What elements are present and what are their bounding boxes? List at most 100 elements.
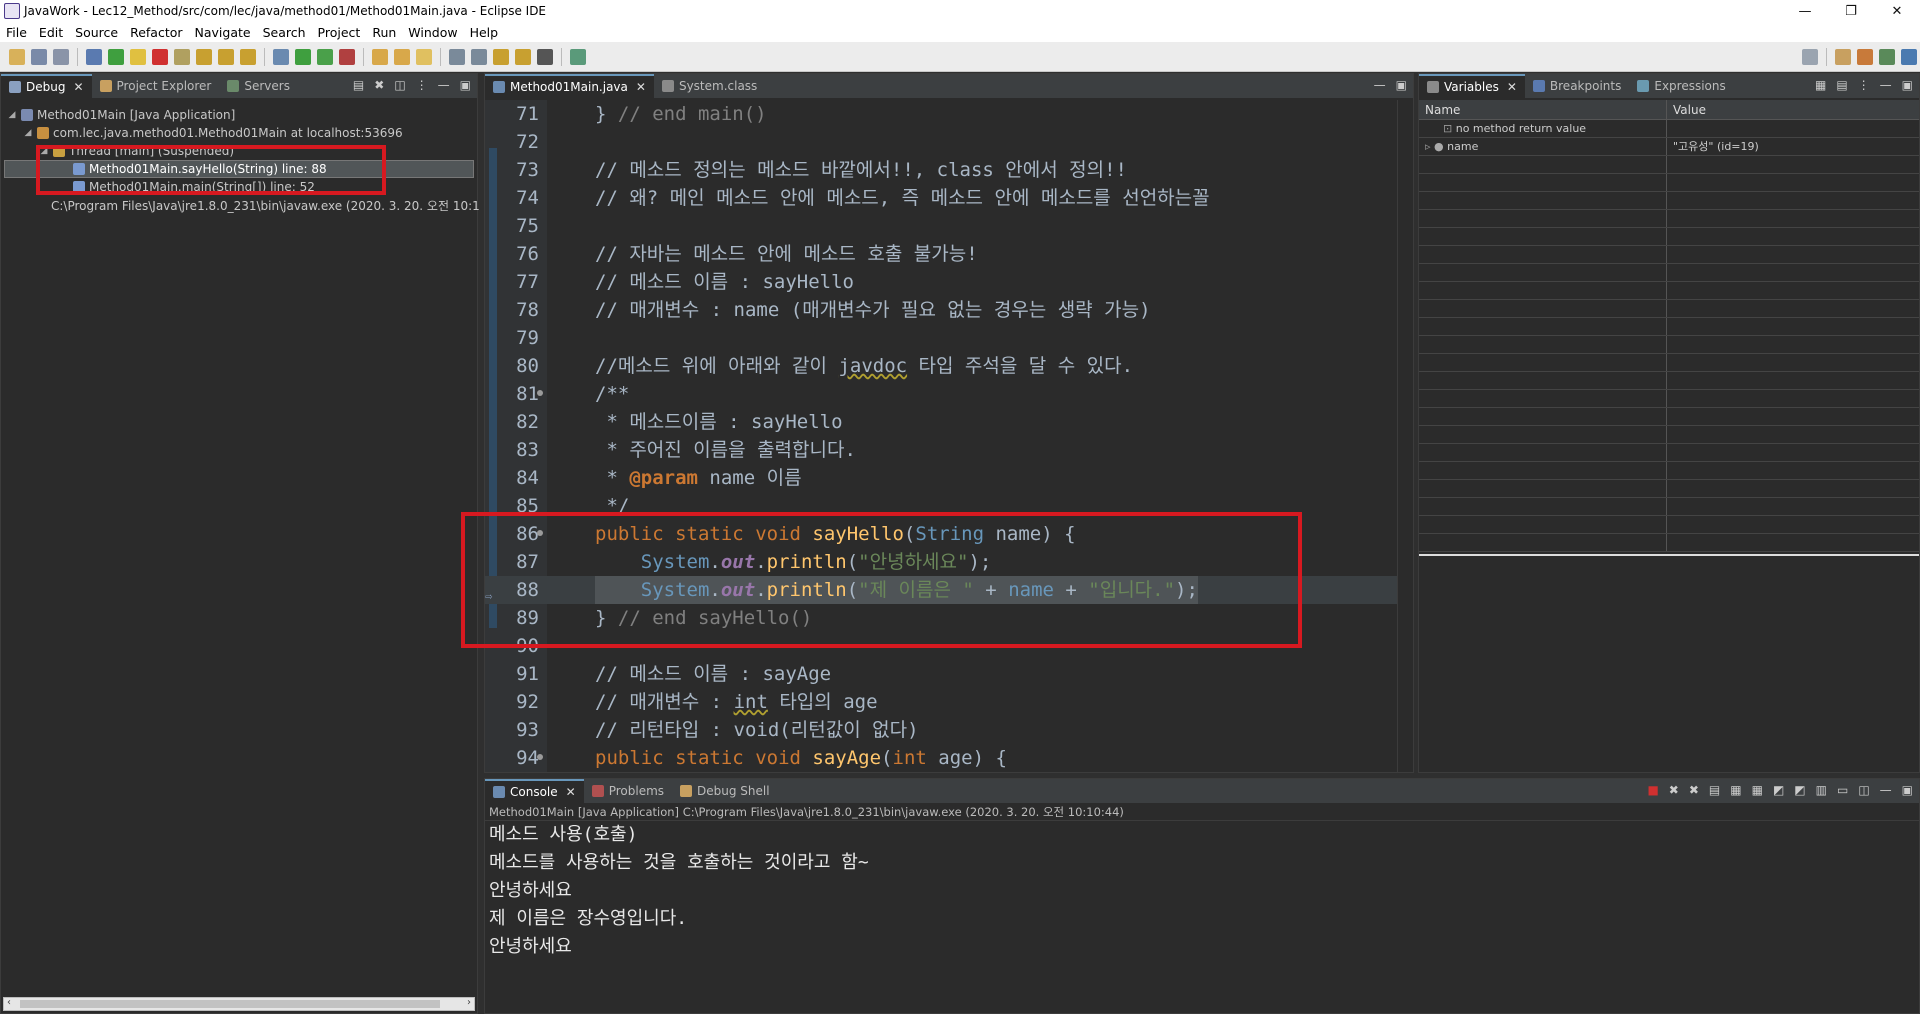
code-line[interactable]: 71} // end main() <box>485 100 1413 128</box>
remove-all-terminated-icon[interactable]: ✖ <box>1689 783 1699 797</box>
pin-editor-icon[interactable] <box>570 48 586 65</box>
run-icon[interactable] <box>295 48 311 65</box>
previous-annotation-icon[interactable] <box>471 48 487 65</box>
tree-item-thread[interactable]: ◢ Thread [main] (Suspended) <box>1 142 477 160</box>
save-icon[interactable] <box>31 48 47 65</box>
code-line[interactable]: 76 // 자바는 메소드 안에 메소드 호출 불가능! <box>485 240 1413 268</box>
skip-breakpoints-icon[interactable] <box>86 48 102 65</box>
show-on-output-icon[interactable]: ◩ <box>1773 783 1784 797</box>
back-icon[interactable] <box>515 48 531 65</box>
step-into-icon[interactable] <box>196 48 212 65</box>
step-return-icon[interactable] <box>240 48 256 65</box>
open-type-icon[interactable] <box>372 48 388 65</box>
code-line[interactable]: 91 // 메소드 이름 : sayAge <box>485 660 1413 688</box>
close-icon[interactable]: ✕ <box>1507 80 1517 94</box>
pin-console-icon[interactable]: ▥ <box>1816 783 1827 797</box>
minimize-button[interactable]: — <box>1782 0 1828 22</box>
maximize-view-icon[interactable]: ▣ <box>1902 78 1913 92</box>
code-editor[interactable]: 71} // end main() 72 73 // 메소드 정의는 메소드 바깥… <box>485 100 1413 772</box>
tree-item-launch[interactable]: ◢ Method01Main [Java Application] <box>1 106 477 124</box>
code-line[interactable]: 81 /** <box>485 380 1413 408</box>
menu-help[interactable]: Help <box>464 25 505 40</box>
collapse-all-icon[interactable]: ▤ <box>1836 78 1847 92</box>
close-icon[interactable]: ✕ <box>636 80 646 94</box>
menu-project[interactable]: Project <box>312 25 367 40</box>
table-row[interactable]: ⊡ no method return value <box>1419 120 1919 138</box>
tab-console[interactable]: Console ✕ <box>485 779 584 803</box>
code-line-current[interactable]: 88 ⇨ System.out.println("제 이름은 " + name +… <box>485 576 1413 604</box>
step-over-icon[interactable] <box>218 48 234 65</box>
code-line[interactable]: 86 public static void sayHello(String nam… <box>485 520 1413 548</box>
tree-item-stack-frame[interactable]: Method01Main.main(String[]) line: 52 <box>1 178 477 196</box>
debug-icon[interactable] <box>273 48 289 65</box>
column-value-header[interactable]: Value <box>1667 100 1919 119</box>
open-console-icon[interactable]: ◫ <box>1858 783 1869 797</box>
search-icon[interactable] <box>1802 48 1818 65</box>
java-ee-perspective-icon[interactable] <box>1857 48 1873 65</box>
minimize-view-icon[interactable]: — <box>1374 78 1386 92</box>
minimize-view-icon[interactable]: — <box>1880 783 1892 797</box>
collapse-all-icon[interactable]: ▤ <box>353 78 364 92</box>
code-line[interactable]: 80 //메소드 위에 아래와 같이 javdoc 타입 주석을 달 수 있다. <box>485 352 1413 380</box>
scroll-lock-icon[interactable]: ▦ <box>1730 783 1741 797</box>
code-line[interactable]: 87 System.out.println("안녕하세요"); <box>485 548 1413 576</box>
menu-source[interactable]: Source <box>69 25 124 40</box>
code-line[interactable]: 78 // 매개변수 : name (매개변수가 필요 없는 경우는 생략 가능) <box>485 296 1413 324</box>
view-menu-icon[interactable]: ⋮ <box>416 78 428 92</box>
code-line[interactable]: 74 // 왜? 메인 메소드 안에 메소드, 즉 메소드 안에 메소드를 선언하… <box>485 184 1413 212</box>
scroll-left-icon[interactable]: ‹ <box>7 997 11 1008</box>
resume-icon[interactable] <box>108 48 124 65</box>
tab-variables[interactable]: Variables ✕ <box>1419 74 1525 98</box>
tree-item-target[interactable]: ◢ com.lec.java.method01.Method01Main at … <box>1 124 477 142</box>
horizontal-scrollbar[interactable]: ‹ › <box>3 997 475 1011</box>
maximize-view-icon[interactable]: ▣ <box>1396 78 1407 92</box>
tab-project-explorer[interactable]: Project Explorer <box>92 74 220 98</box>
tab-breakpoints[interactable]: Breakpoints <box>1525 74 1629 98</box>
minimize-view-icon[interactable]: — <box>1880 78 1892 92</box>
view-menu-icon[interactable]: ⋮ <box>1858 78 1870 92</box>
code-line[interactable]: 82 * 메소드이름 : sayHello <box>485 408 1413 436</box>
forward-icon[interactable] <box>537 48 553 65</box>
table-row[interactable]: ▹ ● name "고유성" (id=19) <box>1419 138 1919 156</box>
annotation-icon[interactable] <box>416 48 432 65</box>
console-output[interactable]: 메소드 사용(호출) 메소드를 사용하는 것을 호출하는 것이라고 함~ 안녕하… <box>485 821 1919 1013</box>
menu-refactor[interactable]: Refactor <box>124 25 188 40</box>
code-line[interactable]: 79 <box>485 324 1413 352</box>
code-line[interactable]: 83 * 주어진 이름을 출력합니다. <box>485 436 1413 464</box>
disconnect-icon[interactable] <box>174 48 190 65</box>
show-on-error-icon[interactable]: ◩ <box>1794 783 1805 797</box>
tab-servers[interactable]: Servers <box>219 74 298 98</box>
tab-debug-shell[interactable]: Debug Shell <box>672 779 778 803</box>
next-annotation-icon[interactable] <box>449 48 465 65</box>
open-perspective-icon[interactable] <box>1835 48 1851 65</box>
menu-file[interactable]: File <box>0 25 33 40</box>
new-view-icon[interactable]: ◫ <box>394 78 405 92</box>
menu-window[interactable]: Window <box>402 25 463 40</box>
scrollbar-thumb[interactable] <box>20 1000 440 1008</box>
code-line[interactable]: 85 */ <box>485 492 1413 520</box>
code-line[interactable]: 75 <box>485 212 1413 240</box>
external-tools-icon[interactable] <box>339 48 355 65</box>
close-window-button[interactable]: ✕ <box>1874 0 1920 22</box>
code-line[interactable]: 77 // 메소드 이름 : sayHello <box>485 268 1413 296</box>
terminate-icon[interactable] <box>152 48 168 65</box>
open-folder-icon[interactable] <box>394 48 410 65</box>
tree-item-stack-frame[interactable]: Method01Main.sayHello(String) line: 88 <box>4 160 474 178</box>
save-all-icon[interactable] <box>53 48 69 65</box>
last-edit-icon[interactable] <box>493 48 509 65</box>
minimize-view-icon[interactable]: — <box>438 78 450 92</box>
variables-detail-divider[interactable] <box>1419 554 1919 557</box>
maximize-view-icon[interactable]: ▣ <box>460 78 471 92</box>
column-name-header[interactable]: Name <box>1419 100 1667 119</box>
menu-search[interactable]: Search <box>257 25 312 40</box>
code-line[interactable]: 84 * @param name 이름 <box>485 464 1413 492</box>
maximize-view-icon[interactable]: ▣ <box>1902 783 1913 797</box>
word-wrap-icon[interactable]: ▦ <box>1752 783 1763 797</box>
menu-edit[interactable]: Edit <box>33 25 69 40</box>
show-type-names-icon[interactable]: ▦ <box>1815 78 1826 92</box>
fold-marker-icon[interactable] <box>537 754 543 760</box>
code-line[interactable]: 94 public static void sayAge(int age) { <box>485 744 1413 772</box>
tree-item-process[interactable]: C:\Program Files\Java\jre1.8.0_231\bin\j… <box>1 196 480 214</box>
clear-console-icon[interactable]: ▤ <box>1709 783 1720 797</box>
java-perspective-icon[interactable] <box>1879 48 1895 65</box>
